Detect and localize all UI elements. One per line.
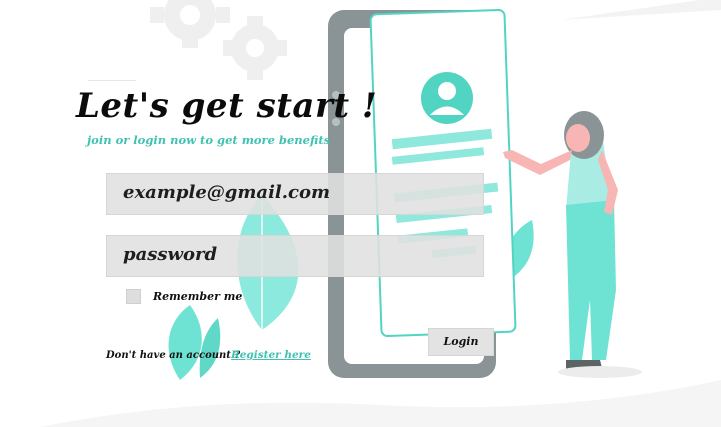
register-link[interactable]: Register here (231, 349, 311, 361)
password-field[interactable]: password (106, 235, 484, 277)
login-button[interactable]: Login (428, 328, 494, 356)
remember-me-checkbox[interactable] (126, 289, 141, 304)
remember-me-label[interactable]: Remember me (153, 290, 242, 303)
email-field[interactable]: example@gmail.com (106, 173, 484, 215)
no-account-text: Don't have an account ? (106, 350, 241, 361)
password-field-value: password (123, 244, 218, 265)
divider (88, 80, 136, 81)
page-subtitle: join or login now to get more benefits (87, 133, 331, 147)
page-title: Let's get start ! (76, 86, 378, 126)
email-field-value: example@gmail.com (123, 182, 331, 203)
leaf-plant (168, 305, 202, 380)
